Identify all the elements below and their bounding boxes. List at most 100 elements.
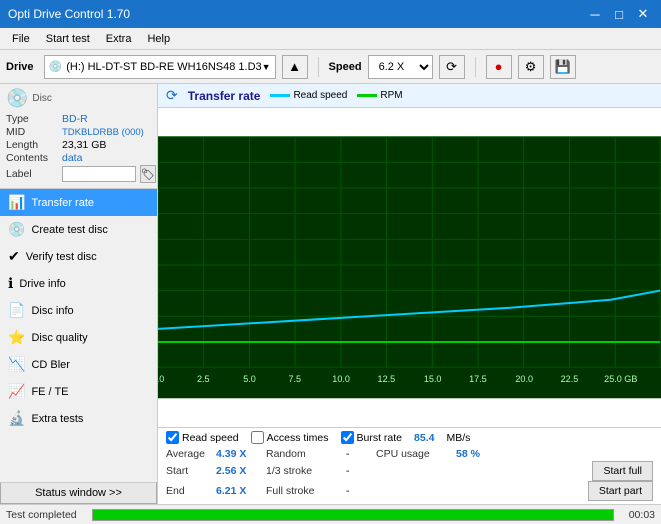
label-button[interactable]: 🏷 (140, 165, 156, 183)
svg-text:2.5: 2.5 (197, 374, 210, 384)
chart-title: Transfer rate (188, 89, 261, 103)
fe-te-icon: 📈 (8, 383, 25, 400)
nav-extra-tests-label: Extra tests (31, 413, 83, 425)
nav-drive-info[interactable]: ℹ Drive info (0, 270, 157, 297)
avg-value: 4.39 X (216, 447, 266, 461)
nav-disc-quality-label: Disc quality (31, 332, 87, 344)
end-label: End (166, 481, 216, 501)
main-content: 💿 Disc Type BD-R MID TDKBLDRBB (000) Len… (0, 84, 661, 504)
nav-transfer-rate-label: Transfer rate (31, 197, 94, 209)
legend-rpm: RPM (357, 90, 402, 101)
speed-selector[interactable]: 6.2 X MAX 4.0 X 2.0 X (368, 55, 433, 79)
mid-value: TDKBLDRBB (000) (62, 127, 144, 138)
length-label: Length (6, 139, 58, 151)
legend-rpm-label: RPM (380, 90, 402, 101)
drive-name: (H:) HL-DT-ST BD-RE WH16NS48 1.D3 (66, 61, 261, 73)
eject-button[interactable]: ▲ (282, 55, 308, 79)
legend-read-speed-label: Read speed (293, 90, 347, 101)
stats-row-average: Average 4.39 X Random - CPU usage 58 % (166, 447, 653, 461)
refresh-button[interactable]: ⟳ (439, 55, 465, 79)
start-value: 2.56 X (216, 461, 266, 481)
menu-file[interactable]: File (4, 31, 38, 47)
nav-disc-info[interactable]: 📄 Disc info (0, 297, 157, 324)
read-speed-checkbox-label[interactable]: Read speed (166, 431, 239, 444)
legend-read-speed-color (270, 94, 290, 97)
disc-panel: 💿 Disc Type BD-R MID TDKBLDRBB (000) Len… (0, 84, 157, 189)
legend-row: Read speed Access times Burst rate 85.4 … (166, 431, 653, 444)
nav-create-test-disc[interactable]: 💿 Create test disc (0, 216, 157, 243)
chart-header: ⟳ Transfer rate Read speed RPM (158, 84, 661, 108)
random-label: Random (266, 447, 346, 461)
stats-row-start: Start 2.56 X 1/3 stroke - Start full (166, 461, 653, 481)
burst-rate-unit: MB/s (446, 432, 470, 444)
access-times-check-label: Access times (267, 432, 329, 444)
close-button[interactable]: ✕ (633, 4, 653, 24)
app-title: Opti Drive Control 1.70 (8, 7, 130, 21)
menu-help[interactable]: Help (139, 31, 178, 47)
speed-label: Speed (329, 61, 362, 73)
disc-info-icon: 📄 (8, 302, 25, 319)
menu-start-test[interactable]: Start test (38, 31, 98, 47)
svg-text:5.0: 5.0 (243, 374, 256, 384)
window-controls: ─ □ ✕ (585, 4, 653, 24)
disc-panel-icon: 💿 (6, 88, 28, 109)
drive-icon: 💿 (49, 60, 63, 73)
nav-cd-bler[interactable]: 📉 CD Bler (0, 351, 157, 378)
disc-panel-header: 💿 Disc (6, 88, 151, 109)
svg-text:25.0 GB: 25.0 GB (604, 374, 637, 384)
minimize-button[interactable]: ─ (585, 4, 605, 24)
disc-label-row: Label 🏷 (6, 165, 151, 183)
access-times-checkbox[interactable] (251, 431, 264, 444)
nav-fe-te[interactable]: 📈 FE / TE (0, 378, 157, 405)
read-speed-check-label: Read speed (182, 432, 239, 444)
disc-quality-icon: ⭐ (8, 329, 25, 346)
cpu-value: 58 % (456, 447, 509, 461)
burst-rate-value: 85.4 (414, 432, 434, 444)
end-value: 6.21 X (216, 481, 266, 501)
label-input[interactable] (62, 166, 136, 182)
disc-type-row: Type BD-R (6, 113, 151, 125)
nav-extra-tests[interactable]: 🔬 Extra tests (0, 405, 157, 432)
drive-selector[interactable]: 💿 (H:) HL-DT-ST BD-RE WH16NS48 1.D3 ▼ (44, 55, 276, 79)
burst-rate-check-label: Burst rate (357, 432, 403, 444)
type-label: Type (6, 113, 58, 125)
burst-rate-checkbox-label[interactable]: Burst rate (341, 431, 403, 444)
svg-text:12.5: 12.5 (378, 374, 396, 384)
nav-transfer-rate[interactable]: 📊 Transfer rate (0, 189, 157, 216)
mid-label: MID (6, 126, 58, 138)
chart-svg: 18 X 16 X 14 X 12 X 10 X 8 X 6 X 4 X 2 X… (158, 108, 661, 427)
nav-disc-quality[interactable]: ⭐ Disc quality (0, 324, 157, 351)
title-bar: Opti Drive Control 1.70 ─ □ ✕ (0, 0, 661, 28)
toolbar-btn2[interactable]: ⚙ (518, 55, 544, 79)
nav-drive-info-label: Drive info (19, 278, 65, 290)
length-value: 23,31 GB (62, 139, 106, 151)
burst-rate-checkbox[interactable] (341, 431, 354, 444)
start-label: Start (166, 461, 216, 481)
sidebar: 💿 Disc Type BD-R MID TDKBLDRBB (000) Len… (0, 84, 158, 504)
chart-spin-icon: ⟳ (166, 87, 178, 104)
create-test-disc-icon: 💿 (8, 221, 25, 238)
svg-text:17.5: 17.5 (469, 374, 487, 384)
chart-footer: Read speed Access times Burst rate 85.4 … (158, 427, 661, 504)
stroke13-label: 1/3 stroke (266, 461, 346, 481)
nav-cd-bler-label: CD Bler (31, 359, 70, 371)
access-times-checkbox-label[interactable]: Access times (251, 431, 329, 444)
start-part-button[interactable]: Start part (588, 481, 653, 501)
stats-table: Average 4.39 X Random - CPU usage 58 % S… (166, 447, 653, 501)
nav-disc-info-label: Disc info (31, 305, 73, 317)
svg-text:15.0: 15.0 (424, 374, 442, 384)
read-speed-checkbox[interactable] (166, 431, 179, 444)
start-full-button[interactable]: Start full (592, 461, 653, 481)
status-bar: Test completed 00:03 (0, 504, 661, 524)
menu-extra[interactable]: Extra (98, 31, 140, 47)
maximize-button[interactable]: □ (609, 4, 629, 24)
toolbar-btn1[interactable]: ● (486, 55, 512, 79)
svg-text:10.0: 10.0 (332, 374, 350, 384)
nav-items: 📊 Transfer rate 💿 Create test disc ✔ Ver… (0, 189, 157, 482)
nav-verify-test-disc[interactable]: ✔ Verify test disc (0, 243, 157, 270)
drive-info-icon: ℹ (8, 275, 13, 292)
status-text: Test completed (6, 509, 86, 521)
status-window-button[interactable]: Status window >> (0, 482, 157, 504)
save-button[interactable]: 💾 (550, 55, 576, 79)
type-value: BD-R (62, 113, 88, 125)
